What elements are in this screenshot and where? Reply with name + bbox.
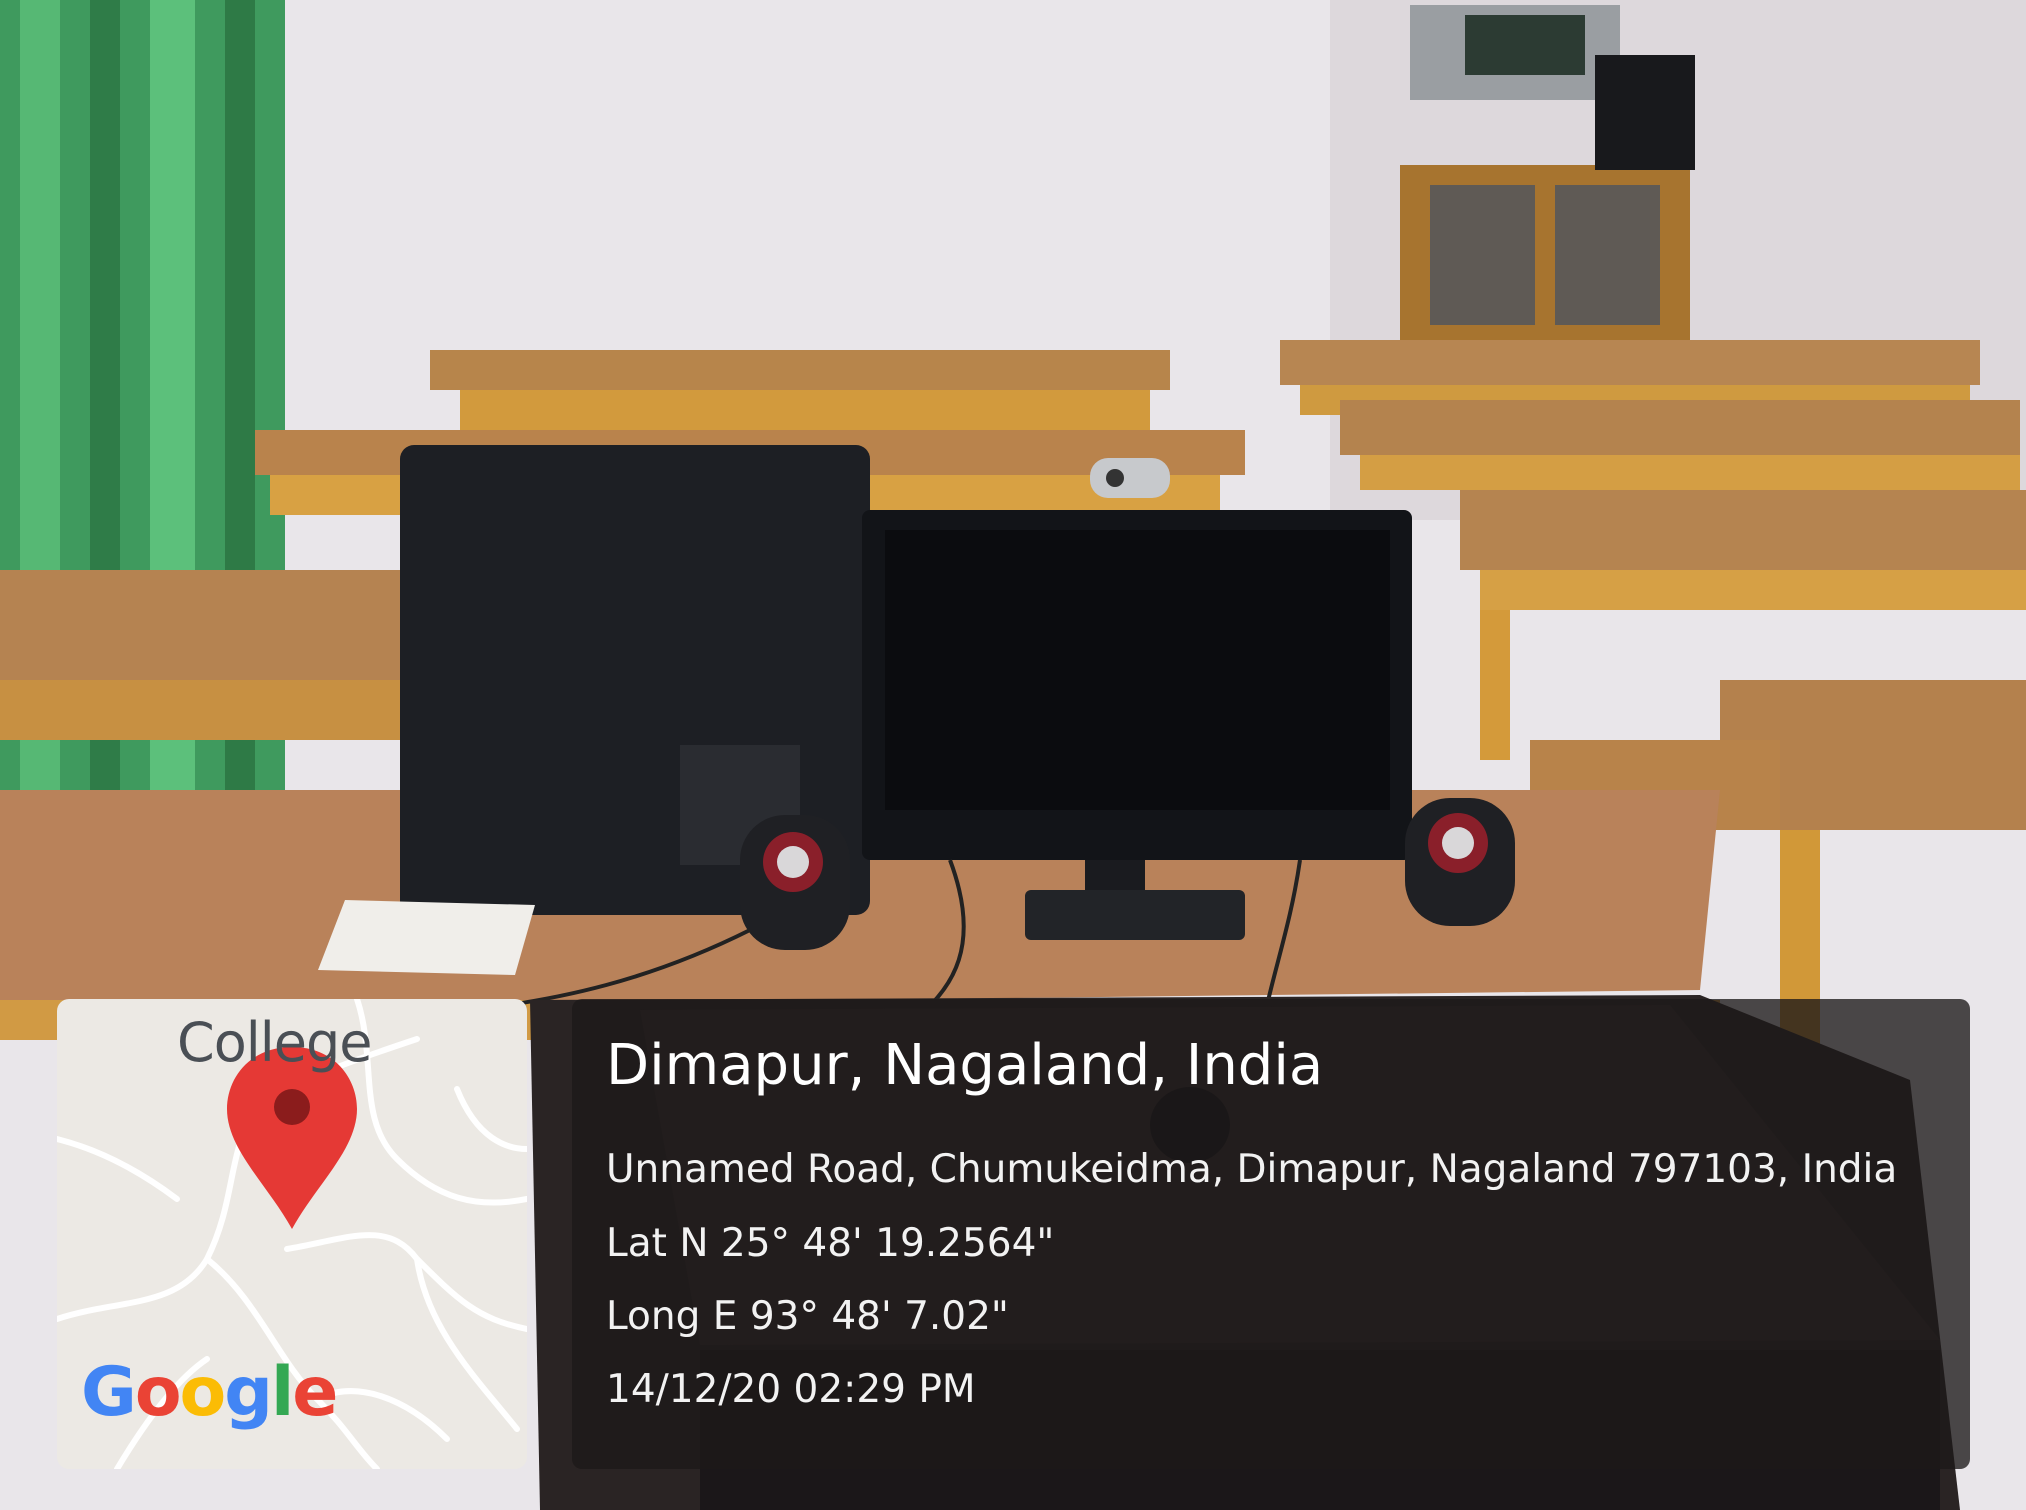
full-address: Unnamed Road, Chumukeidma, Dimapur, Naga… bbox=[606, 1147, 1898, 1192]
longitude: Long E 93° 48' 7.02" bbox=[606, 1294, 1009, 1339]
map-pin-icon bbox=[227, 1047, 357, 1229]
latitude: Lat N 25° 48' 19.2564" bbox=[606, 1221, 1055, 1266]
timestamp: 14/12/20 02:29 PM bbox=[606, 1367, 976, 1412]
map-thumbnail[interactable]: College Google bbox=[57, 999, 527, 1469]
map-place-label: College bbox=[177, 1011, 372, 1074]
google-logo: Google bbox=[81, 1353, 338, 1432]
location-title: Dimapur, Nagaland, India bbox=[606, 1033, 1324, 1098]
right-speaker bbox=[1405, 798, 1515, 926]
left-speaker bbox=[740, 815, 850, 950]
location-info-panel: Dimapur, Nagaland, India Unnamed Road, C… bbox=[572, 999, 1970, 1469]
geotag-photo: College Google Dimapur, Nagaland, India … bbox=[0, 0, 2026, 1510]
